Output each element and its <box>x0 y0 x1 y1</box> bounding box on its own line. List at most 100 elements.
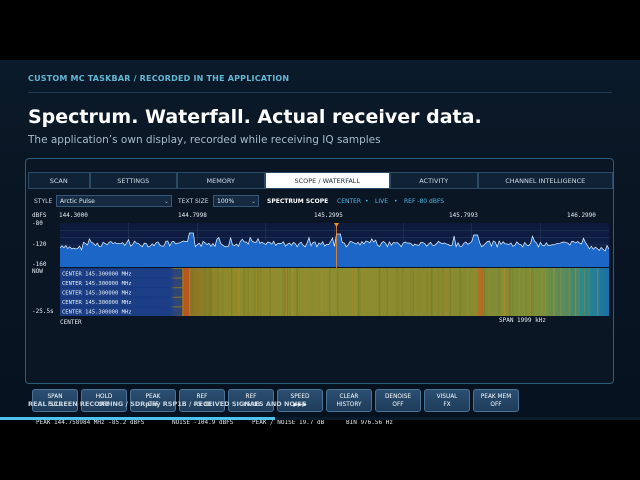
waterfall-trace <box>188 268 191 316</box>
waterfall-trace <box>560 268 562 316</box>
waterfall-trace <box>483 268 486 316</box>
button-label: CLEAR <box>339 394 359 400</box>
waterfall-trace <box>396 268 397 316</box>
waterfall-trace <box>254 268 256 316</box>
slide-footer: REAL SCREEN RECORDING / SDRplay RSP1B / … <box>28 400 307 408</box>
text-size-select[interactable]: 100% ⌄ <box>213 195 259 207</box>
bin-readout: BIN 976.56 Hz <box>346 419 393 426</box>
waterfall-trace <box>588 268 590 316</box>
waterfall-trace <box>502 268 504 316</box>
chevron-down-icon: ⌄ <box>250 198 256 205</box>
waterfall-trace <box>597 268 599 316</box>
waterfall-trace <box>451 268 453 316</box>
tab-memory[interactable]: MEMORY <box>177 172 265 188</box>
video-progress-track[interactable] <box>0 417 640 420</box>
peak-memory-button[interactable]: PEAK MEM OFF <box>473 389 519 412</box>
button-label: DENOISE <box>384 394 412 400</box>
slide-kicker: CUSTOM MC TASKBAR / RECORDED IN THE APPL… <box>28 74 290 83</box>
waterfall-trace <box>321 268 323 316</box>
waterfall-trace <box>497 268 499 316</box>
center-indicator: CENTER <box>337 198 362 205</box>
waterfall-trace <box>238 268 240 316</box>
freq-tick: 144.7998 <box>178 212 207 219</box>
waterfall-trace <box>551 268 553 316</box>
waterfall-trace <box>207 268 209 316</box>
waterfall-trace <box>509 268 511 316</box>
waterfall-trace <box>213 268 214 316</box>
slide: CUSTOM MC TASKBAR / RECORDED IN THE APPL… <box>0 60 640 426</box>
waterfall-trace <box>410 268 412 316</box>
scope-title: SPECTRUM SCOPE <box>267 198 329 205</box>
video-progress-fill <box>0 417 276 420</box>
tab-scan[interactable]: SCAN <box>28 172 90 188</box>
waterfall-past-label: -25.5s <box>32 308 54 315</box>
tab-scope-waterfall[interactable]: SCOPE / WATERFALL <box>264 172 390 188</box>
waterfall-trace <box>337 268 339 316</box>
slide-headline: Spectrum. Waterfall. Actual receiver dat… <box>28 106 482 128</box>
waterfall-trace <box>531 268 534 316</box>
tab-activity[interactable]: ACTIVITY <box>390 172 478 188</box>
waterfall-trace <box>354 268 357 316</box>
style-label: STYLE <box>34 198 53 205</box>
waterfall-trace <box>273 268 275 316</box>
button-label: PEAK MEM <box>480 394 512 400</box>
waterfall-trace <box>503 268 506 316</box>
style-select-value: Arctic Pulse <box>60 198 95 205</box>
waterfall-trace <box>247 268 249 316</box>
denoise-button[interactable]: DENOISE OFF <box>375 389 421 412</box>
waterfall-trace <box>351 268 353 316</box>
button-value: OFF <box>490 402 502 408</box>
waterfall-trace <box>448 268 450 316</box>
waterfall-trace <box>286 268 287 316</box>
live-indicator: LIVE <box>375 198 389 205</box>
noise-readout: NOISE -104.9 dBFS <box>172 419 234 426</box>
tab-settings[interactable]: SETTINGS <box>89 172 177 188</box>
button-value: OFF <box>392 402 404 408</box>
history-labels: CENTER 145.300000 MHz CENTER 145.300000 M… <box>60 269 182 316</box>
waterfall-trace <box>450 268 451 316</box>
waterfall-trace <box>426 268 428 316</box>
peak-readout: PEAK 144.758984 MHz -85.2 dBFS <box>36 419 145 426</box>
waterfall-trace <box>324 268 327 316</box>
waterfall-now-label: NOW <box>32 268 43 275</box>
waterfall-trace <box>523 268 526 316</box>
db-tick: -120 <box>32 241 47 248</box>
waterfall-trace <box>329 268 331 316</box>
db-tick: -80 <box>32 220 43 227</box>
text-size-value: 100% <box>217 198 235 205</box>
waterfall-trace <box>377 268 379 316</box>
chevron-down-icon: ⌄ <box>163 198 169 205</box>
spectrum-waterfall-display[interactable]: -80 -120 -160 NOW -25.5s CENTER 145.3000… <box>32 220 609 380</box>
waterfall-trace <box>467 268 468 316</box>
db-unit-label: dBFS <box>32 212 47 219</box>
style-select[interactable]: Arctic Pulse ⌄ <box>56 195 172 207</box>
waterfall-trace <box>568 268 569 316</box>
clear-history-button[interactable]: CLEAR HISTORY <box>326 389 372 412</box>
waterfall-trace <box>396 268 398 316</box>
waterfall-trace <box>296 268 298 316</box>
waterfall-trace <box>401 268 404 316</box>
tab-channel-intelligence[interactable]: CHANNEL INTELLIGENCE <box>477 172 613 188</box>
slide-subline: The application’s own display, recorded … <box>28 134 381 146</box>
text-size-label: TEXT SIZE <box>178 198 209 205</box>
waterfall-trace <box>474 268 476 316</box>
button-label: VISUAL <box>436 394 458 400</box>
waterfall-trace <box>378 268 381 316</box>
waterfall-trace <box>557 268 560 316</box>
waterfall-trace <box>230 268 233 316</box>
peak-noise-readout: PEAK / NOISE 19.7 dB <box>252 419 325 426</box>
visual-fx-button[interactable]: VISUAL FX <box>424 389 470 412</box>
waterfall-trace <box>217 268 219 316</box>
waterfall-trace <box>512 268 514 316</box>
waterfall-trace <box>578 268 580 316</box>
tab-bar: SCAN SETTINGS MEMORY SCOPE / WATERFALL A… <box>28 172 613 189</box>
waterfall-trace <box>256 268 258 316</box>
scope-toolbar: STYLE Arctic Pulse ⌄ TEXT SIZE 100% ⌄ SP… <box>32 195 609 209</box>
waterfall-trace <box>245 268 247 316</box>
separator-dot: • <box>394 198 398 205</box>
history-label: CENTER 145.300000 MHz <box>62 271 132 277</box>
waterfall-trace <box>442 268 444 316</box>
waterfall-trace <box>570 268 572 316</box>
waterfall-trace <box>282 268 284 316</box>
waterfall-trace <box>284 268 286 316</box>
